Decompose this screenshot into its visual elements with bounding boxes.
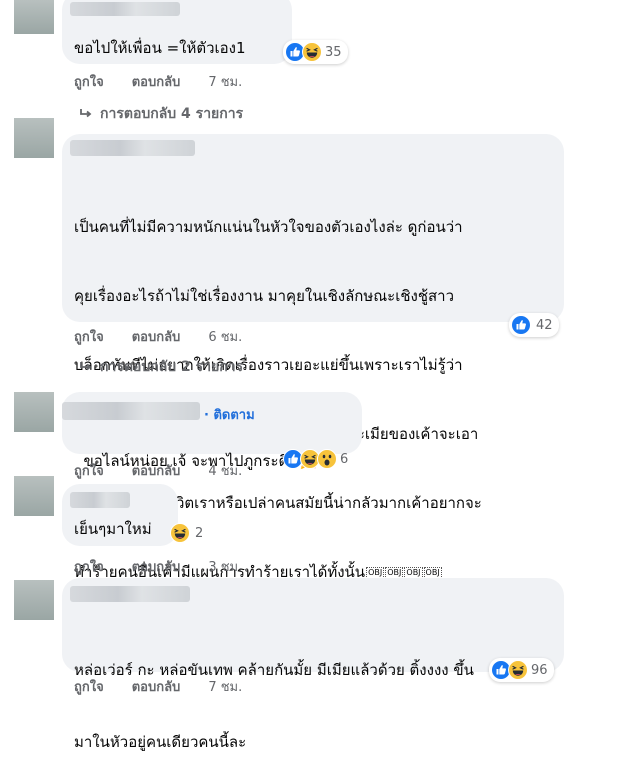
comment-line: คุยเรื่องอะไรถ้าไม่ใช่เรื่องงาน มาคุยในเ… (74, 287, 455, 305)
timestamp[interactable]: 6 ชม. (208, 326, 242, 347)
comment-text: ขอไปให้เพื่อน =ให้ตัวเอง1 (74, 39, 246, 57)
reaction-count: 2 (195, 525, 204, 541)
avatar[interactable] (14, 392, 54, 432)
commenter-name[interactable] (70, 140, 195, 156)
commenter-name[interactable] (70, 2, 180, 16)
reaction-count: 42 (536, 317, 553, 333)
commenter-name[interactable] (62, 402, 200, 420)
follow-link[interactable]: · ติดตาม (204, 404, 255, 425)
reaction-summary[interactable]: 42 (509, 313, 559, 337)
timestamp[interactable]: 7 ชม. (208, 676, 242, 697)
comment-line: มาในหัวอยู่คนเดียวคนนี้ละ (74, 733, 247, 751)
view-replies-link[interactable]: การตอบกลับ 4 รายการ (78, 103, 243, 125)
like-link[interactable]: ถูกใจ (74, 460, 104, 481)
reaction-count: 96 (531, 662, 548, 678)
reply-link[interactable]: ตอบกลับ (132, 326, 181, 347)
reply-link[interactable]: ตอบกลับ (132, 71, 181, 92)
reaction-summary[interactable]: 6 (281, 447, 354, 471)
comment-actions: ถูกใจ ตอบกลับ 7 ชม. (74, 71, 242, 92)
comment-actions: ถูกใจ ตอบกลับ 3 ชม. (74, 556, 242, 577)
comment-actions: ถูกใจ ตอบกลับ 4 ชม. (74, 460, 242, 481)
reaction-summary[interactable]: 96 (489, 658, 554, 682)
like-link[interactable]: ถูกใจ (74, 326, 104, 347)
timestamp[interactable]: 3 ชม. (208, 556, 242, 577)
wow-icon (317, 449, 337, 469)
like-link[interactable]: ถูกใจ (74, 71, 104, 92)
like-link[interactable]: ถูกใจ (74, 676, 104, 697)
obj-placeholder: OBJ (366, 566, 385, 579)
reply-arrow-icon (80, 109, 92, 118)
comment-text: เย็นๆมาใหม่ (74, 520, 152, 538)
reply-arrow-icon (80, 362, 92, 371)
avatar[interactable] (14, 118, 54, 158)
reaction-count: 6 (340, 451, 349, 467)
reply-link[interactable]: ตอบกลับ (132, 676, 181, 697)
avatar[interactable] (14, 476, 54, 516)
comment-actions: ถูกใจ ตอบกลับ 6 ชม. (74, 326, 242, 347)
timestamp[interactable]: 4 ชม. (208, 460, 242, 481)
commenter-name[interactable] (70, 492, 130, 508)
replies-label: การตอบกลับ 2 รายการ (100, 359, 244, 375)
haha-icon (302, 42, 322, 62)
commenter-name[interactable] (70, 586, 190, 602)
reaction-count: 35 (325, 44, 342, 60)
like-icon (511, 315, 531, 335)
reaction-summary[interactable]: 35 (283, 40, 348, 64)
avatar[interactable] (14, 580, 54, 620)
comment-line: เป็นคนที่ไม่มีความหนักแน่นในหัวใจของตัวเ… (74, 218, 463, 236)
reply-link[interactable]: ตอบกลับ (132, 556, 181, 577)
timestamp[interactable]: 7 ชม. (208, 71, 242, 92)
haha-icon (170, 523, 190, 543)
avatar[interactable] (14, 0, 54, 34)
view-replies-link[interactable]: การตอบกลับ 2 รายการ (78, 356, 243, 378)
reaction-summary[interactable]: 2 (168, 521, 209, 545)
reply-link[interactable]: ตอบกลับ (132, 460, 181, 481)
comment-actions: ถูกใจ ตอบกลับ 7 ชม. (74, 676, 242, 697)
haha-icon (508, 660, 528, 680)
obj-placeholder: OBJ (385, 566, 404, 579)
obj-placeholder: OBJ (423, 566, 442, 579)
replies-label: การตอบกลับ 4 รายการ (100, 106, 244, 122)
like-link[interactable]: ถูกใจ (74, 556, 104, 577)
obj-placeholder: OBJ (404, 566, 423, 579)
